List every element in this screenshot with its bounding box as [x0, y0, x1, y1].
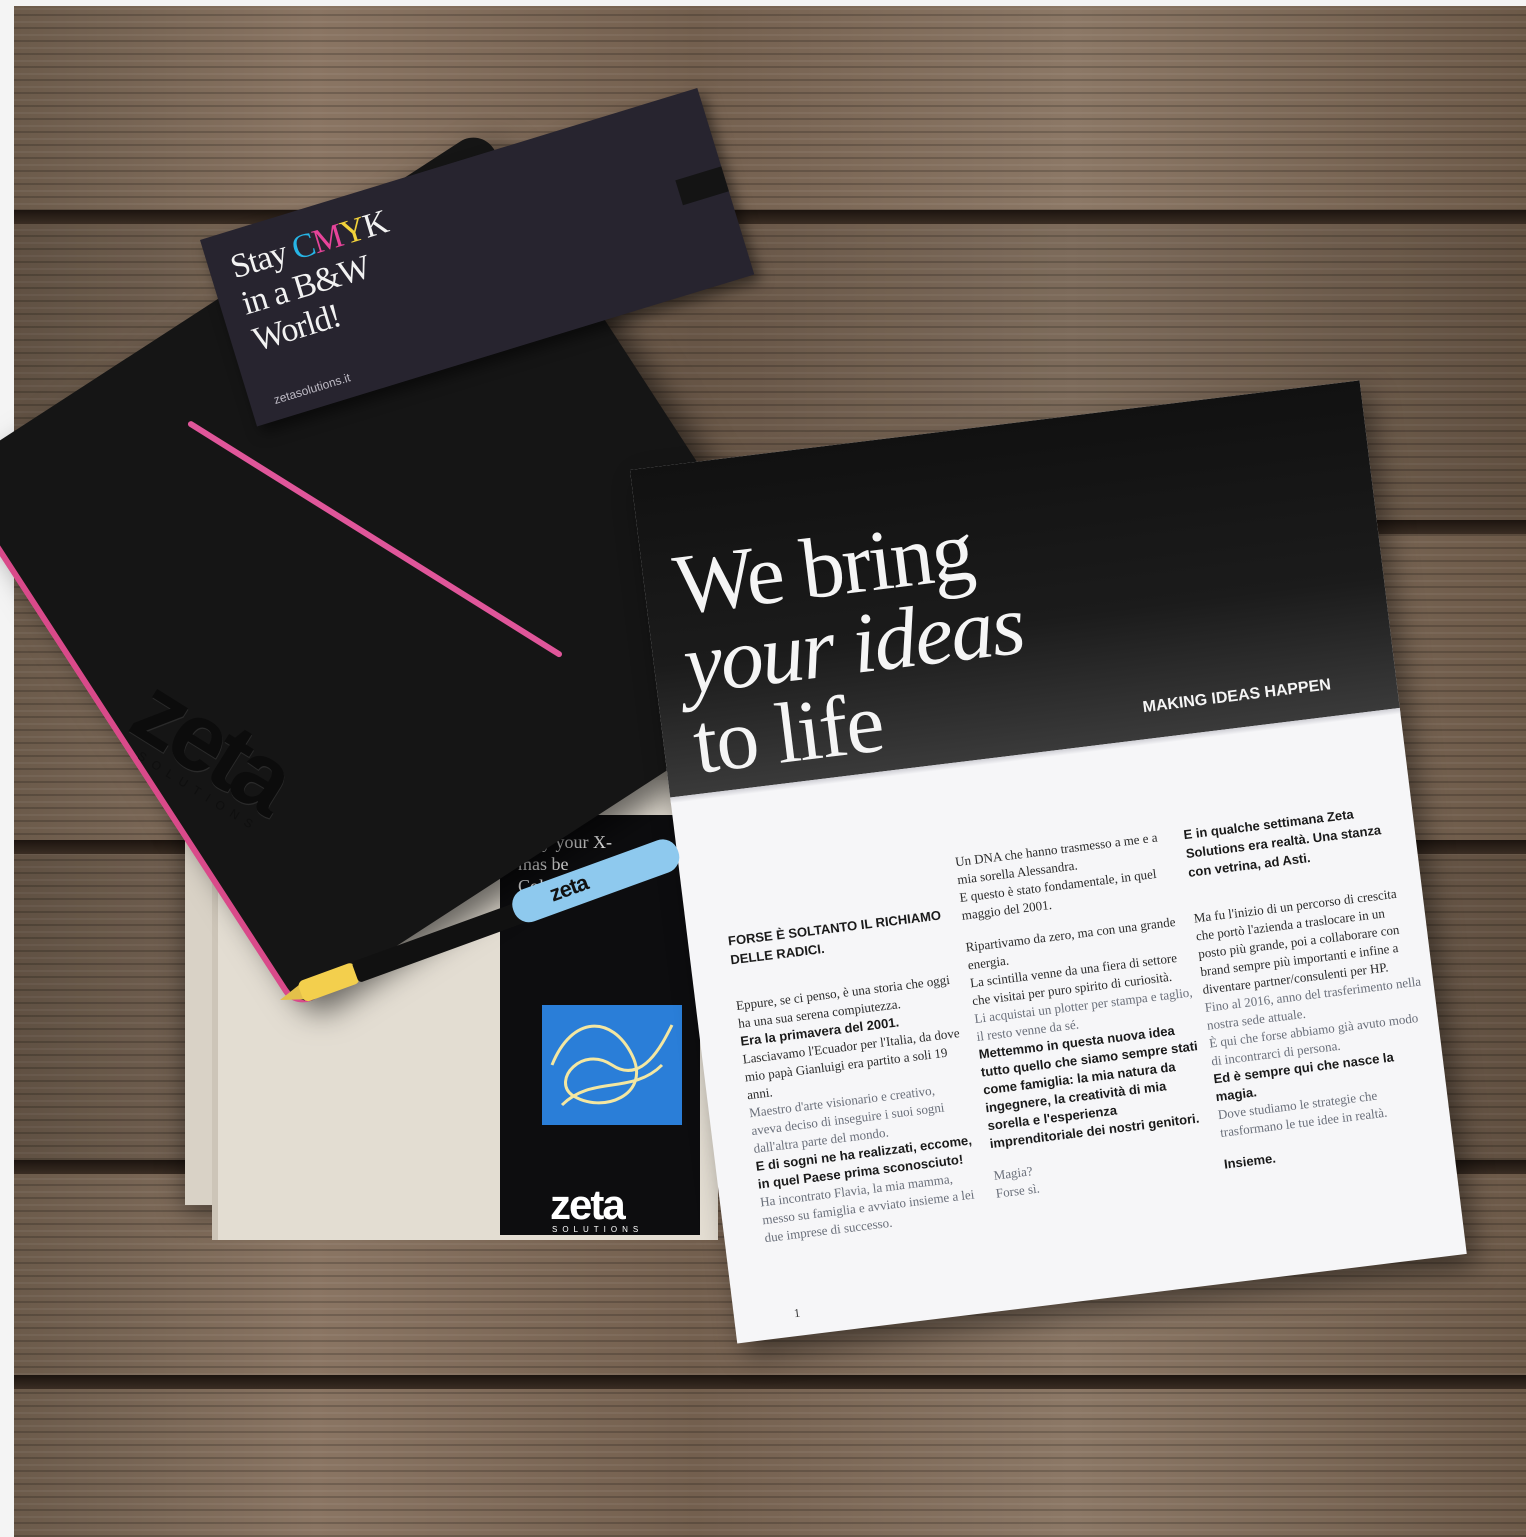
headline-line-3: to life [688, 673, 888, 792]
bookmark-slogan: Stay CMYK in a B&W World! [226, 203, 414, 359]
letter-column-2: Un DNA che hanno trasmesso a me e a mia … [954, 827, 1215, 1203]
plank-gap [14, 1375, 1526, 1389]
xmas-card-logo: zeta [550, 1181, 626, 1228]
column-3-intro: E in qualche settimana Zeta Solutions er… [1182, 806, 1382, 880]
xmas-card-logo-subtitle: SOLUTIONS [552, 1225, 644, 1234]
column-1-intro: FORSE È SOLTANTO IL RICHIAMO DELLE RADIC… [727, 907, 942, 968]
plank-gap [14, 210, 1526, 224]
bookmark-notch [675, 166, 729, 206]
letter-sheet: We bring your ideas to life MAKING IDEAS… [630, 380, 1467, 1344]
letter-column-1: FORSE È SOLTANTO IL RICHIAMO DELLE RADIC… [727, 905, 984, 1247]
letter-page-number: 1 [793, 1305, 801, 1321]
photo-scene: May your X-mas be Colorful! zeta SOLUTIO… [0, 0, 1526, 1537]
letter-column-3: E in qualche settimana Zeta Solutions er… [1182, 799, 1443, 1174]
xmas-card-illustration [542, 1005, 682, 1125]
